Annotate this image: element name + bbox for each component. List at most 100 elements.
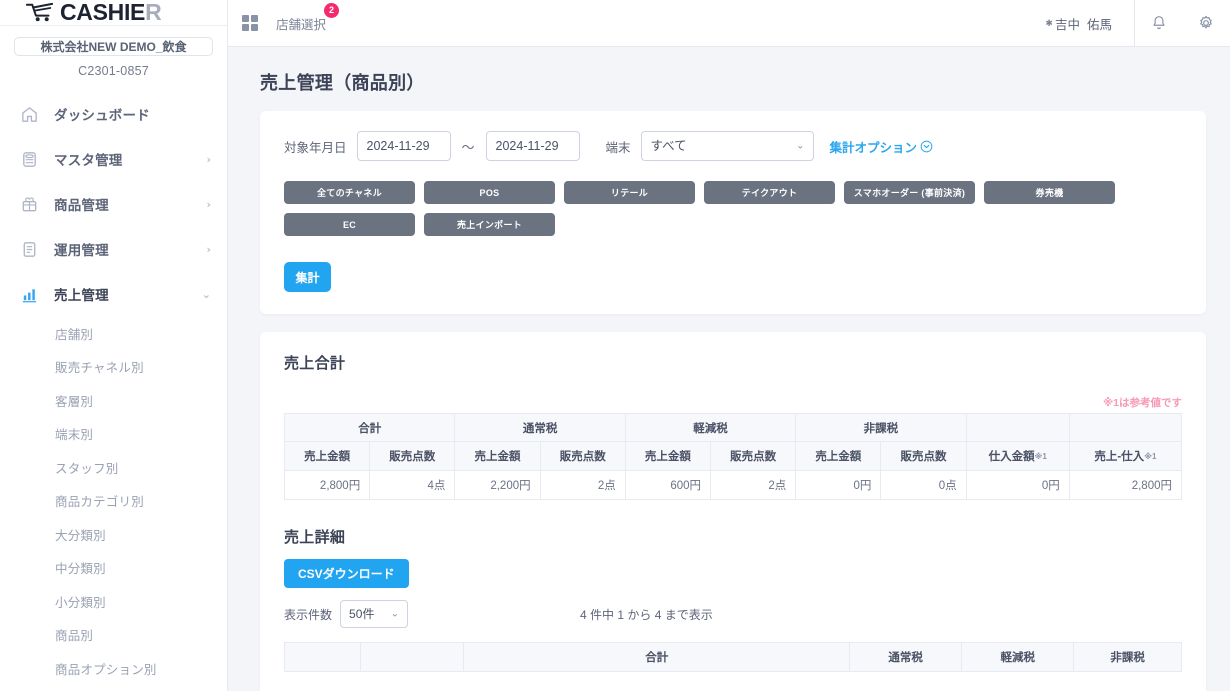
channel-button-sales-import[interactable]: 売上インポート [424, 213, 555, 236]
sidebar-item-operations[interactable]: 運用管理 › [0, 227, 227, 272]
cell-standard-units: 2点 [539, 470, 626, 500]
date-range-separator: ～ [461, 139, 475, 155]
settings-button[interactable] [1182, 0, 1230, 47]
table-row: 2,800円 4点 2,200円 2点 600円 2点 0円 0点 0円 2,8… [283, 470, 1183, 500]
company-badge[interactable]: 株式会社NEW DEMO_飲食 [14, 36, 213, 56]
sub-header-units: 販売点数 [539, 441, 626, 471]
gear-icon [1200, 15, 1212, 29]
summary-group-header-row: 合計 通常税 軽減税 非課税 [283, 413, 1183, 442]
channel-button-retail[interactable]: リテール [564, 181, 695, 204]
chevron-down-icon: ⌄ [201, 287, 211, 301]
sub-header-units: 販売点数 [880, 441, 967, 471]
user-last-name: 吉中 [1054, 17, 1080, 32]
group-header-tax-free: 非課税 [795, 413, 967, 442]
terminal-label: 端末 [605, 140, 631, 155]
brand-name: CASHIER [60, 0, 162, 25]
sidebar-subitem-by-product-option[interactable]: 商品オプション別 [0, 652, 227, 686]
store-selector[interactable]: 店舗選択 2 [276, 2, 340, 33]
channel-button-ec[interactable]: EC [284, 213, 415, 236]
cell-total-amount: 2,800円 [283, 470, 371, 500]
sidebar-item-master[interactable]: マスタ管理 › [0, 137, 227, 182]
sidebar-item-label: マスタ管理 [54, 153, 123, 168]
detail-header-tax-free: 非課税 [1073, 642, 1182, 672]
sidebar-subitem-by-minor-class[interactable]: 小分類別 [0, 585, 227, 619]
company-code: C2301-0857 [78, 63, 149, 78]
sub-header-amount: 売上金額 [624, 441, 712, 471]
date-range-label: 対象年月日 [284, 140, 347, 155]
channel-buttons: 全てのチャネル POS リテール テイクアウト スマホオーダー (事前決済) 券… [284, 181, 1182, 236]
sidebar-subitem-by-channel[interactable]: 販売チャネル別 [0, 350, 227, 384]
cell-reduced-units: 2点 [710, 470, 797, 500]
sales-summary-table: 合計 通常税 軽減税 非課税 売上金額 販売点数 売上金額 販売点数 売上金額 … [283, 413, 1183, 500]
sidebar-item-label: 売上管理 [54, 288, 109, 303]
brand-name-accent: R [145, 0, 162, 25]
cell-purchase-amount: 0円 [965, 470, 1070, 500]
topbar: 店舗選択 2 ✱ 吉中 佑馬 [228, 0, 1230, 47]
cell-standard-amount: 2,200円 [454, 470, 541, 500]
chevron-right-icon: › [206, 197, 211, 211]
sales-detail-table: 合計 通常税 軽減税 非課税 [283, 642, 1182, 672]
cell-sales-minus-purchase: 2,800円 [1068, 470, 1183, 500]
sidebar-item-sales[interactable]: 売上管理 ⌄ [0, 272, 227, 317]
date-to-input[interactable] [485, 131, 580, 161]
group-header-blank [965, 413, 1070, 442]
channel-button-ticket-machine[interactable]: 券売機 [984, 181, 1115, 204]
channel-button-smartphone-order[interactable]: スマホオーダー (事前決済) [844, 181, 975, 204]
channel-button-all[interactable]: 全てのチャネル [284, 181, 415, 204]
sidebar-subitem-by-staff[interactable]: スタッフ別 [0, 451, 227, 485]
sidebar: CASHIER 株式会社NEW DEMO_飲食 C2301-0857 ダッシュボ… [0, 0, 228, 691]
user-menu[interactable]: ✱ 吉中 佑馬 [1045, 14, 1134, 33]
cell-taxfree-amount: 0円 [795, 470, 882, 500]
date-from-input[interactable] [356, 131, 451, 161]
home-icon [18, 103, 40, 125]
store-selector-label: 店舗選択 [276, 17, 327, 32]
sidebar-subitem-by-customer-segment[interactable]: 客層別 [0, 384, 227, 418]
main-area: 店舗選択 2 ✱ 吉中 佑馬 売上管理（商品別） 対象年月日 2024-11-2… [228, 0, 1230, 691]
sidebar-subitem-by-major-class[interactable]: 大分類別 [0, 518, 227, 552]
chevron-right-icon: › [206, 152, 211, 166]
sidebar-subitem-by-product-category[interactable]: 商品カテゴリ別 [0, 484, 227, 518]
store-count-badge: 2 [324, 2, 340, 18]
grid-cell [242, 15, 249, 22]
detail-header-row: 合計 通常税 軽減税 非課税 [283, 642, 1182, 672]
page-size-label: 表示件数 [284, 607, 333, 622]
brand-logo[interactable]: CASHIER [0, 0, 227, 26]
sales-detail-title: 売上詳細 [284, 529, 346, 546]
group-header-blank [1068, 413, 1183, 442]
app-root: CASHIER 株式会社NEW DEMO_飲食 C2301-0857 ダッシュボ… [0, 0, 1230, 691]
grid-cell [251, 15, 258, 22]
terminal-select[interactable]: すべて [640, 131, 814, 161]
grid-icon[interactable] [242, 15, 258, 31]
group-header-standard-tax: 通常税 [454, 413, 626, 442]
sales-summary-title: 売上合計 [284, 355, 346, 372]
purchase-amount-label: 仕入金額 [988, 451, 1035, 463]
sidebar-item-products[interactable]: 商品管理 › [0, 182, 227, 227]
detail-header-total: 合計 [463, 642, 851, 672]
sidebar-item-label: 運用管理 [54, 243, 109, 258]
channel-button-pos[interactable]: POS [424, 181, 555, 204]
sidebar-subitem-by-middle-class[interactable]: 中分類別 [0, 551, 227, 585]
sidebar-subitem-by-product[interactable]: 商品別 [0, 618, 227, 652]
sub-header-purchase-amount: 仕入金額※1 [965, 441, 1070, 471]
aggregate-button[interactable]: 集計 [284, 262, 331, 292]
sidebar-item-dashboard[interactable]: ダッシュボード [0, 92, 227, 137]
bell-icon [1152, 16, 1165, 30]
reference-note: ※1は参考値です [1102, 397, 1182, 409]
sub-header-units: 販売点数 [369, 441, 456, 471]
csv-download-button[interactable]: CSVダウンロード [284, 559, 409, 588]
document-icon [18, 238, 40, 260]
group-header-reduced-tax: 軽減税 [624, 413, 797, 442]
sidebar-subitem-by-terminal[interactable]: 端末別 [0, 417, 227, 451]
sidebar-subitem-by-store[interactable]: 店舗別 [0, 317, 227, 351]
showing-entries-text: 4 件中 1 から 4 まで表示 [580, 607, 713, 622]
company-name: 株式会社NEW DEMO_飲食 [40, 39, 187, 54]
pagination-row: 表示件数 50件 ⌄ 4 件中 1 から 4 まで表示 [284, 600, 1182, 628]
sub-header-amount: 売上金額 [283, 441, 371, 471]
detail-header-reduced-tax: 軽減税 [961, 642, 1075, 672]
page-size-select[interactable]: 50件 [340, 600, 409, 628]
aggregate-options-link[interactable]: 集計オプション [830, 137, 934, 156]
notification-button[interactable] [1134, 0, 1182, 47]
grid-cell [251, 24, 258, 31]
channel-button-takeout[interactable]: テイクアウト [704, 181, 835, 204]
sidebar-item-label: 商品管理 [54, 198, 109, 213]
